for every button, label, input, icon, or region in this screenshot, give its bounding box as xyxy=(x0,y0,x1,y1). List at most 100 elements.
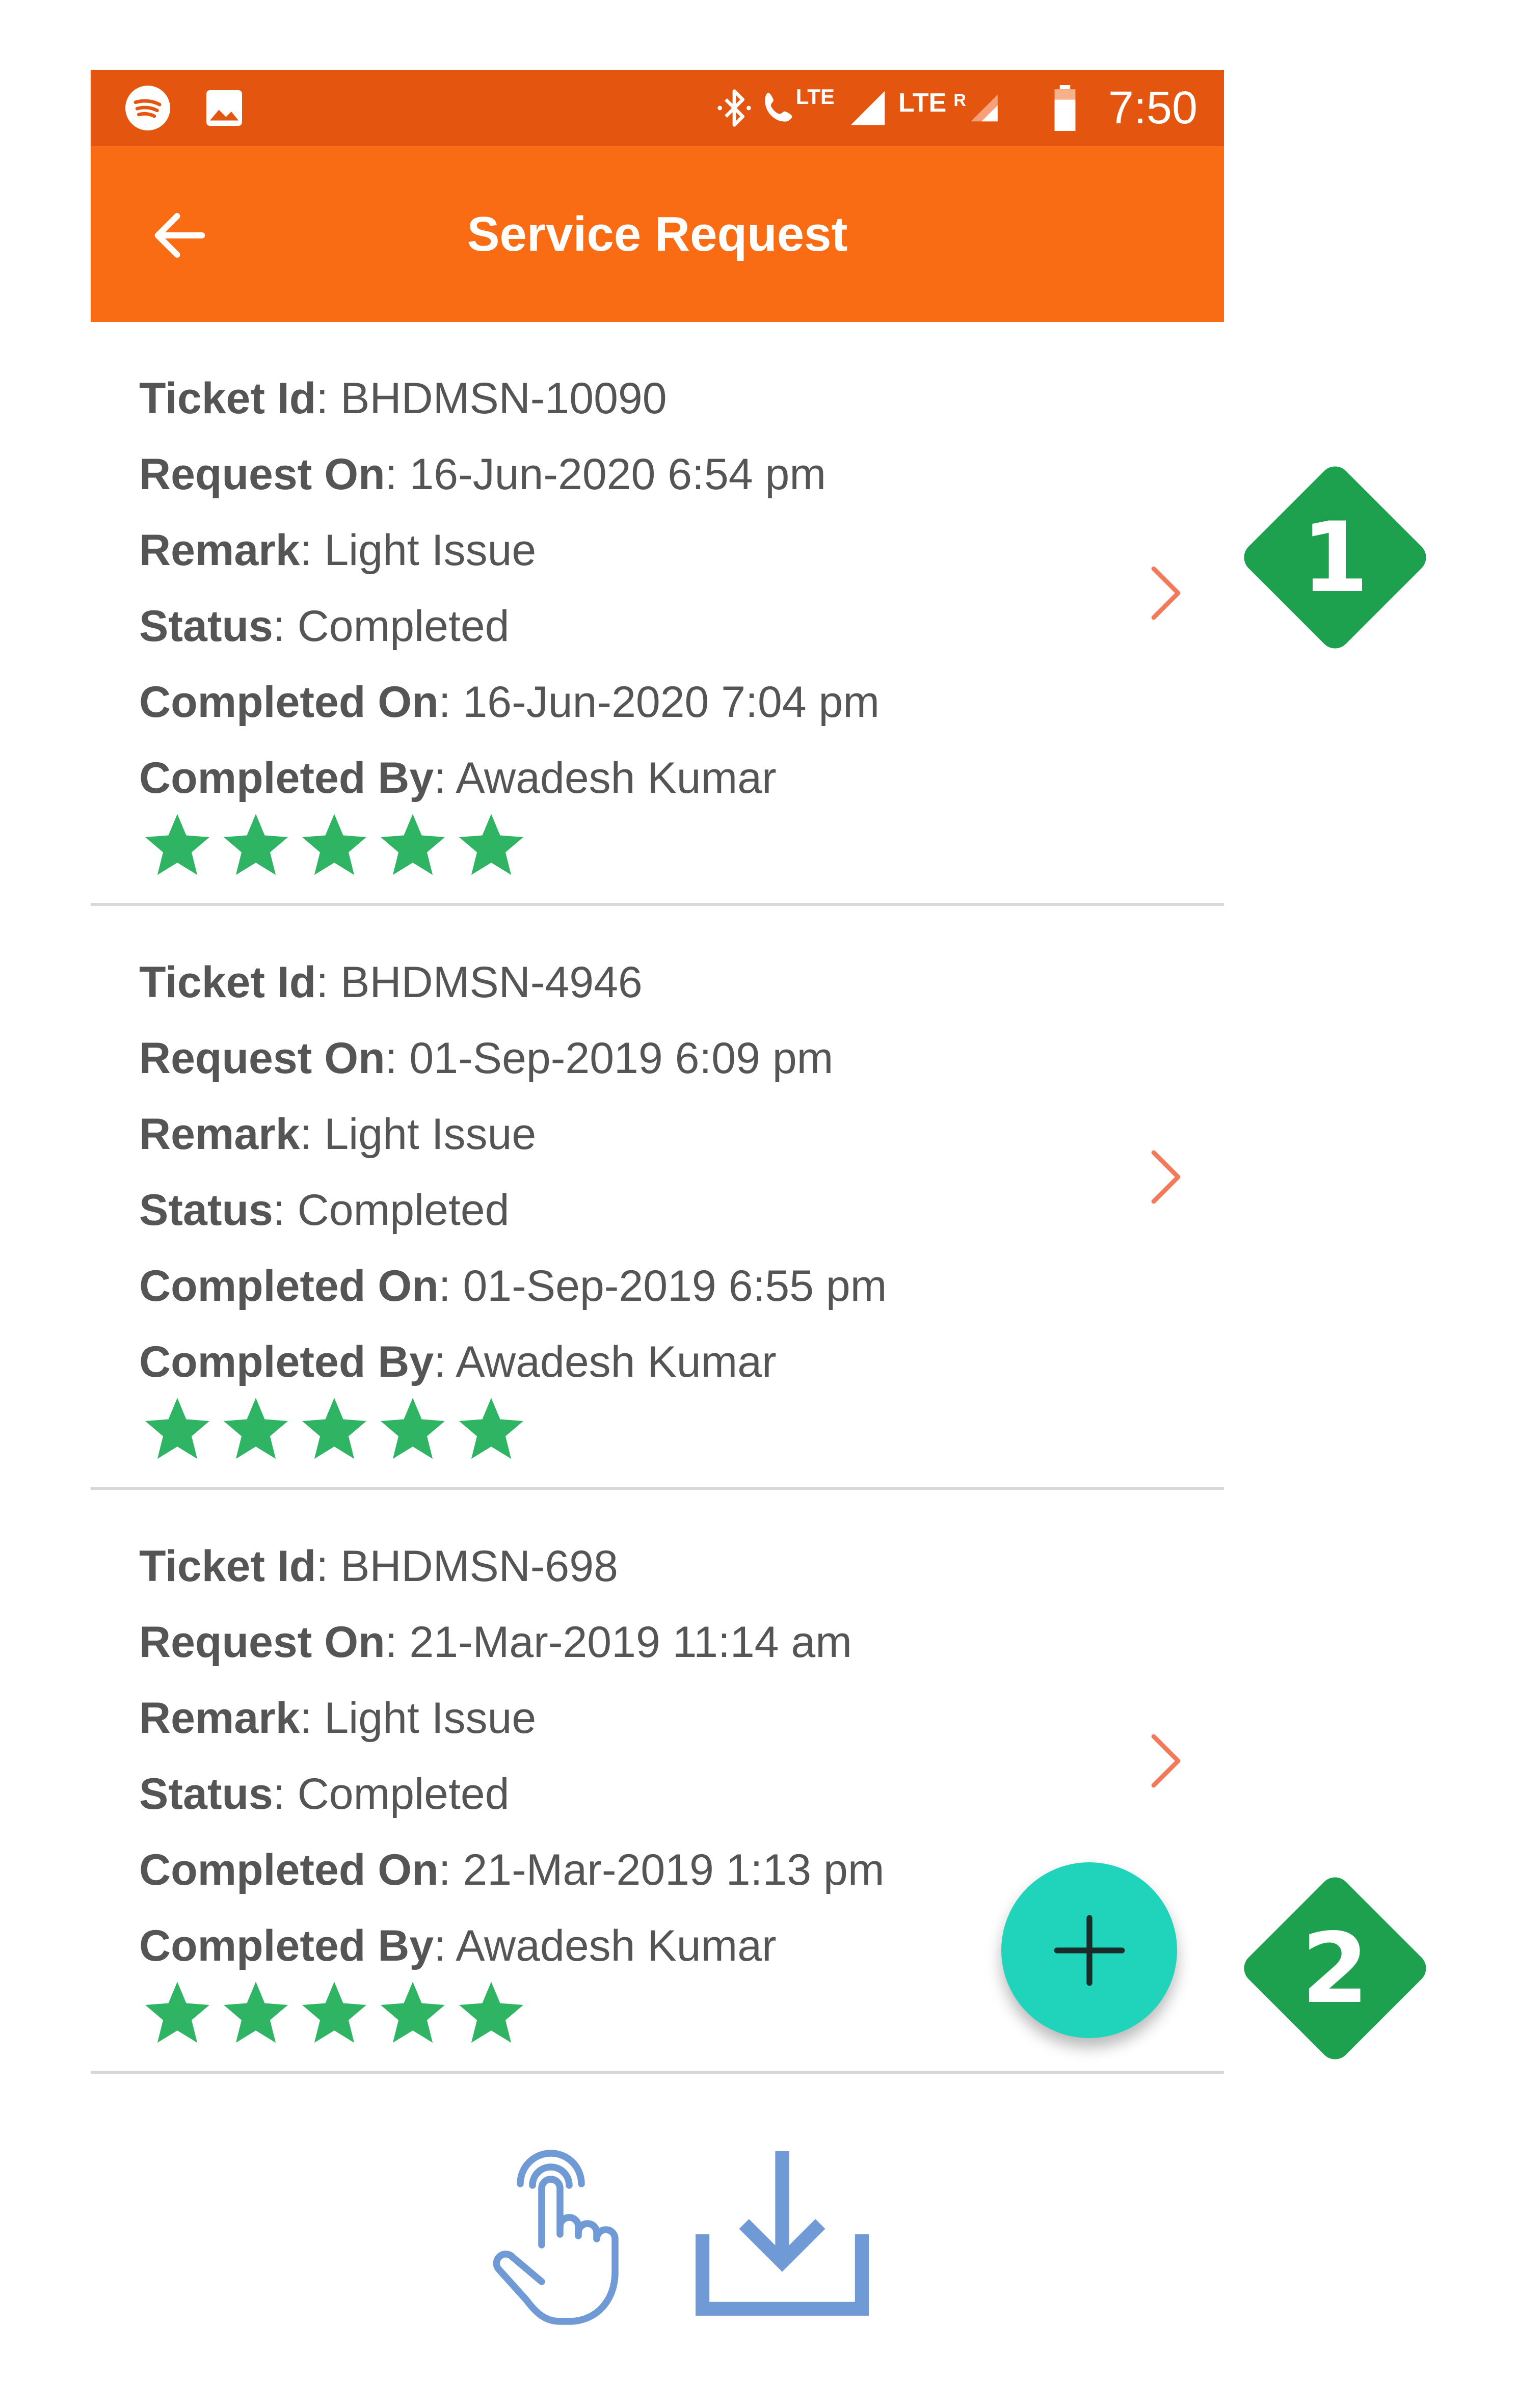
ticket-field-remark: Remark: Light Issue xyxy=(139,525,536,576)
field-value: : 01-Sep-2019 6:55 pm xyxy=(438,1262,887,1310)
star-icon xyxy=(299,1976,370,2048)
tap-hand-icon xyxy=(487,2137,639,2331)
ticket-field-request-on: Request On: 16-Jun-2020 6:54 pm xyxy=(139,449,826,500)
ticket-field-completed-by: Completed By: Awadesh Kumar xyxy=(139,1920,777,1971)
page-title: Service Request xyxy=(467,207,848,261)
chevron-right-icon[interactable] xyxy=(1145,563,1186,624)
status-bar: LTE LTE R 7:50 xyxy=(91,70,1224,146)
field-value: : 21-Mar-2019 11:14 am xyxy=(385,1618,852,1667)
field-label: Ticket Id xyxy=(139,958,316,1007)
field-value: : Awadesh Kumar xyxy=(434,754,777,802)
field-label: Status xyxy=(139,602,273,651)
battery-icon xyxy=(1047,85,1083,131)
field-value: : 01-Sep-2019 6:09 pm xyxy=(385,1034,834,1083)
field-label: Remark xyxy=(139,1694,300,1743)
callout-number: 2 xyxy=(1301,1912,1369,2025)
ticket-field-completed-on: Completed On: 21-Mar-2019 1:13 pm xyxy=(139,1844,884,1895)
ticket-field-request-on: Request On: 21-Mar-2019 11:14 am xyxy=(139,1617,852,1668)
app-bar: Service Request xyxy=(91,146,1224,322)
ticket-card[interactable]: Ticket Id: BHDMSN-4946 Request On: 01-Sep… xyxy=(91,906,1224,1490)
ticket-card[interactable]: Ticket Id: BHDMSN-10090 Request On: 16-Ju… xyxy=(91,322,1224,906)
spotify-icon xyxy=(122,85,173,131)
field-value: : 16-Jun-2020 6:54 pm xyxy=(385,450,826,499)
volte-call-icon: LTE xyxy=(758,85,835,131)
field-label: Completed By xyxy=(139,754,434,802)
star-icon xyxy=(456,1393,527,1464)
chevron-right-icon[interactable] xyxy=(1145,1146,1186,1208)
ticket-field-completed-by: Completed By: Awadesh Kumar xyxy=(139,753,777,804)
field-label: Request On xyxy=(139,1034,385,1083)
signal-roaming-icon: LTE R xyxy=(898,85,1000,131)
field-label: Completed On xyxy=(139,678,439,727)
plus-icon xyxy=(1054,1915,1125,1986)
field-label: Completed On xyxy=(139,1262,439,1310)
ticket-field-status: Status: Completed xyxy=(139,601,510,652)
field-label: Request On xyxy=(139,450,385,499)
star-icon xyxy=(142,1393,213,1464)
field-value: : BHDMSN-698 xyxy=(316,1542,618,1591)
ticket-field-remark: Remark: Light Issue xyxy=(139,1693,536,1744)
field-value: : Light Issue xyxy=(300,526,537,575)
ticket-field-ticket-id: Ticket Id: BHDMSN-10090 xyxy=(139,373,667,424)
ticket-field-completed-on: Completed On: 16-Jun-2020 7:04 pm xyxy=(139,677,880,728)
field-value: : BHDMSN-10090 xyxy=(316,374,667,423)
field-value: : Completed xyxy=(273,1770,510,1818)
field-value: : Completed xyxy=(273,602,510,651)
star-icon xyxy=(456,1976,527,2048)
lte-label: LTE xyxy=(795,85,835,109)
field-label: Ticket Id xyxy=(139,1542,316,1591)
phone-screen: LTE LTE R 7:50 Service Request Ticket Id… xyxy=(91,70,1224,2088)
field-label: Status xyxy=(139,1186,273,1235)
star-icon xyxy=(142,809,213,880)
field-value: : Light Issue xyxy=(300,1110,537,1159)
ticket-field-ticket-id: Ticket Id: BHDMSN-4946 xyxy=(139,957,643,1008)
rating-stars xyxy=(142,1976,534,2048)
image-icon xyxy=(199,85,250,131)
star-icon xyxy=(456,809,527,880)
field-value: : Awadesh Kumar xyxy=(434,1337,777,1386)
field-label: Completed On xyxy=(139,1845,439,1894)
rating-stars xyxy=(142,1393,534,1464)
star-icon xyxy=(299,1393,370,1464)
field-value: : 21-Mar-2019 1:13 pm xyxy=(438,1845,885,1894)
chevron-right-icon[interactable] xyxy=(1145,1730,1186,1791)
star-icon xyxy=(299,809,370,880)
download-icon[interactable] xyxy=(696,2148,869,2316)
field-label: Remark xyxy=(139,526,300,575)
star-icon xyxy=(377,809,448,880)
field-label: Completed By xyxy=(139,1337,434,1386)
field-label: Ticket Id xyxy=(139,374,316,423)
star-icon xyxy=(220,809,291,880)
field-value: : BHDMSN-4946 xyxy=(316,958,643,1007)
callout-badge-1: 1 xyxy=(1228,450,1442,664)
star-icon xyxy=(220,1393,291,1464)
field-label: Request On xyxy=(139,1618,385,1667)
ticket-field-completed-on: Completed On: 01-Sep-2019 6:55 pm xyxy=(139,1261,887,1312)
field-value: : Light Issue xyxy=(300,1694,537,1743)
status-time: 7:50 xyxy=(1108,83,1197,133)
field-value: : Completed xyxy=(273,1186,510,1235)
star-icon xyxy=(377,1393,448,1464)
ticket-field-ticket-id: Ticket Id: BHDMSN-698 xyxy=(139,1541,618,1592)
ticket-field-status: Status: Completed xyxy=(139,1185,510,1236)
star-icon xyxy=(377,1976,448,2048)
star-icon xyxy=(142,1976,213,2048)
bluetooth-icon xyxy=(711,85,757,131)
field-value: : 16-Jun-2020 7:04 pm xyxy=(438,678,880,727)
callout-number: 1 xyxy=(1301,501,1369,614)
ticket-field-status: Status: Completed xyxy=(139,1769,510,1820)
field-label: Completed By xyxy=(139,1921,434,1970)
field-label: Remark xyxy=(139,1110,300,1159)
signal-icon xyxy=(845,85,891,131)
field-label: Status xyxy=(139,1770,273,1818)
star-icon xyxy=(220,1976,291,2048)
callout-badge-2: 2 xyxy=(1228,1861,1442,2075)
ticket-field-request-on: Request On: 01-Sep-2019 6:09 pm xyxy=(139,1033,833,1084)
lte-label-2: LTE xyxy=(898,88,947,118)
ticket-field-remark: Remark: Light Issue xyxy=(139,1109,536,1160)
rating-stars xyxy=(142,809,534,880)
roaming-label: R xyxy=(953,90,966,110)
field-value: : Awadesh Kumar xyxy=(434,1921,777,1970)
ticket-field-completed-by: Completed By: Awadesh Kumar xyxy=(139,1336,777,1387)
add-request-button[interactable] xyxy=(1001,1862,1177,2038)
